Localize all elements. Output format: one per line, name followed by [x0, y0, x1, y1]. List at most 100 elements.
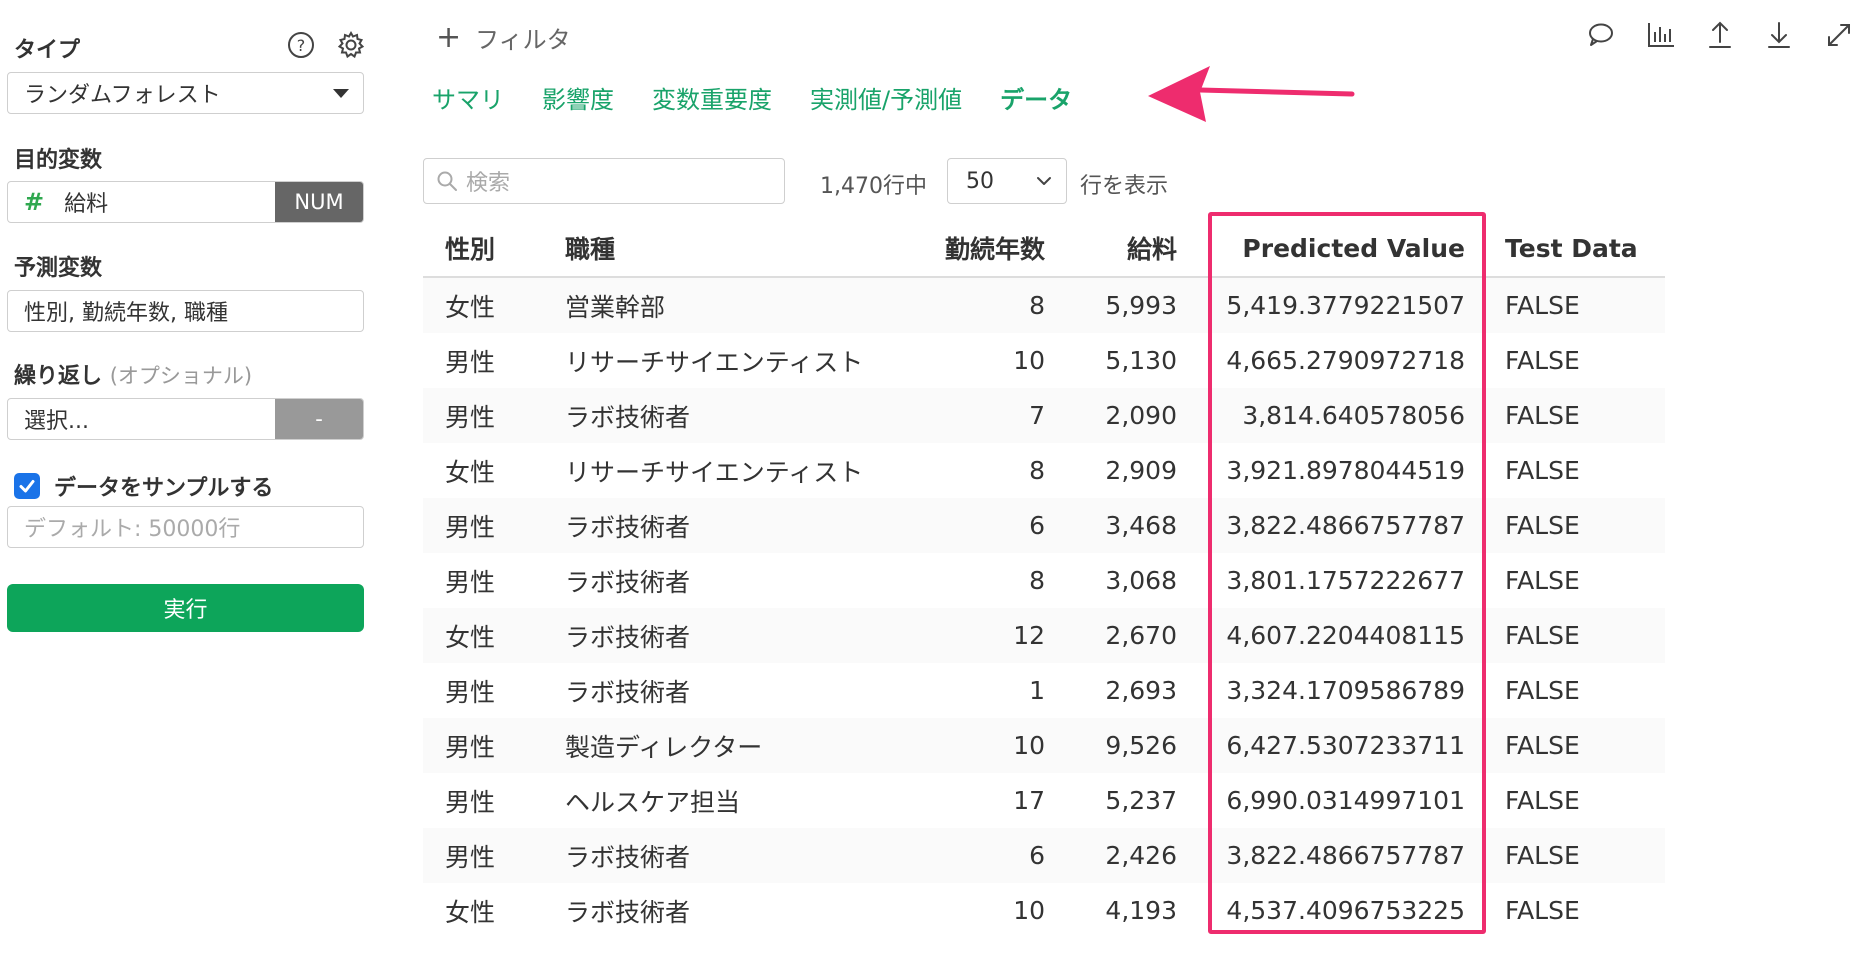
upload-icon[interactable] [1703, 18, 1737, 52]
repeat-field[interactable]: 選択... - [7, 398, 364, 440]
caret-down-icon [333, 89, 349, 98]
cell-sex: 女性 [423, 608, 565, 663]
model-type-value: ランダムフォレスト [24, 83, 221, 108]
cell-test-data: FALSE [1505, 786, 1580, 815]
run-button[interactable]: 実行 [7, 584, 364, 632]
table-row[interactable]: 男性 ラボ技術者 6 3,468 3,822.4866757787 FALSE [423, 498, 1665, 553]
type-badge: NUM [275, 182, 363, 222]
cell-years: 10 [1013, 346, 1045, 375]
tab-data[interactable]: データ [992, 80, 1080, 115]
table-row[interactable]: 男性 ラボ技術者 1 2,693 3,324.1709586789 FALSE [423, 663, 1665, 718]
cell-sex: 女性 [445, 897, 496, 927]
column-header-years[interactable]: 勤続年数 [905, 220, 1067, 278]
add-filter-button[interactable]: + フィルタ [436, 20, 571, 55]
repeat-value: 選択... [24, 409, 89, 434]
cell-salary: 3,468 [1067, 498, 1199, 553]
page-size-select[interactable]: 50 [947, 158, 1067, 204]
table-row[interactable]: 女性 リサーチサイエンティスト 8 2,909 3,921.8978044519 FALS… [423, 443, 1665, 498]
cell-years: 12 [905, 608, 1067, 663]
cell-job: ヘルスケア担当 [565, 787, 741, 817]
cell-sex: 男性 [445, 677, 496, 707]
cell-years: 6 [905, 498, 1067, 553]
cell-test-data: FALSE [1505, 346, 1580, 375]
cell-predicted-value: 3,801.1757222677 [1226, 566, 1465, 595]
cell-job: ラボ技術者 [565, 677, 691, 707]
predictor-variables-field[interactable]: 性別, 勤続年数, 職種 [7, 290, 364, 332]
checkmark-icon [19, 480, 35, 493]
settings-sidebar: タイプ ? ランダムフォレスト 目的変数 # 給料 NUM 予測変数 性別, 勤… [0, 0, 372, 972]
cell-test-data: FALSE [1487, 498, 1665, 553]
table-row[interactable]: 女性 ラボ技術者 10 4,193 4,537.4096753225 FALSE [423, 883, 1665, 938]
cell-sex: 女性 [445, 457, 496, 487]
column-header-test-data[interactable]: Test Data [1487, 220, 1665, 278]
table-row[interactable]: 男性 ラボ技術者 7 2,090 3,814.640578056 FALSE [423, 388, 1665, 443]
cell-test-data: FALSE [1505, 566, 1580, 595]
repeat-label-text: 繰り返し [14, 364, 103, 389]
table-row[interactable]: 男性 ヘルスケア担当 17 5,237 6,990.0314997101 FALSE [423, 773, 1665, 828]
sample-size-input[interactable]: デフォルト: 50000行 [7, 506, 364, 548]
target-variable-label: 目的変数 [14, 148, 103, 173]
cell-predicted-value: 6,990.0314997101 [1226, 786, 1465, 815]
cell-test-data: FALSE [1505, 456, 1580, 485]
tab-variable-importance[interactable]: 変数重要度 [644, 80, 780, 115]
table-row[interactable]: 男性 製造ディレクター 10 9,526 6,427.5307233711 FALSE [423, 718, 1665, 773]
cell-sex: 男性 [423, 828, 565, 883]
cell-test-data: FALSE [1487, 718, 1665, 773]
repeat-select[interactable]: 選択... [8, 399, 275, 439]
cell-years: 6 [905, 828, 1067, 883]
cell-sex: 男性 [445, 347, 496, 377]
repeat-clear-button[interactable]: - [275, 399, 363, 439]
model-type-select[interactable]: ランダムフォレスト [7, 72, 364, 114]
cell-predicted-value: 3,921.8978044519 [1226, 456, 1465, 485]
tab-actual-vs-predicted[interactable]: 実測値/予測値 [802, 80, 970, 115]
comment-icon[interactable] [1584, 18, 1618, 52]
table-row[interactable]: 男性 ラボ技術者 6 2,426 3,822.4866757787 FALSE [423, 828, 1665, 883]
column-header-sex[interactable]: 性別 [423, 220, 565, 278]
optional-hint: (オプショナル) [109, 364, 253, 388]
cell-test-data: FALSE [1505, 676, 1580, 705]
cell-salary: 2,909 [1105, 456, 1177, 485]
column-header-salary[interactable]: 給料 [1067, 220, 1199, 278]
target-variable-field[interactable]: # 給料 NUM [7, 181, 364, 223]
cell-predicted-value: 3,324.1709586789 [1226, 676, 1465, 705]
cell-predicted-value: 6,427.5307233711 [1199, 718, 1487, 773]
search-input[interactable]: 検索 [423, 158, 785, 204]
cell-job: ラボ技術者 [565, 608, 905, 663]
cell-predicted-value: 3,822.4866757787 [1199, 498, 1487, 553]
cell-years: 10 [1013, 896, 1045, 925]
table-row[interactable]: 女性 ラボ技術者 12 2,670 4,607.2204408115 FALSE [423, 608, 1665, 663]
cell-salary: 2,426 [1067, 828, 1199, 883]
cell-years: 10 [905, 718, 1067, 773]
cell-sex: 男性 [423, 498, 565, 553]
rows-per-page-label: 行を表示 [1080, 174, 1169, 199]
cell-job: ラボ技術者 [565, 828, 905, 883]
tab-influence[interactable]: 影響度 [534, 80, 622, 115]
download-icon[interactable] [1762, 18, 1796, 52]
cell-salary: 5,237 [1105, 786, 1177, 815]
search-placeholder: 検索 [466, 171, 511, 196]
top-toolbar [1582, 18, 1862, 58]
gear-icon[interactable] [336, 30, 366, 60]
table-row[interactable]: 女性 営業幹部 8 5,993 5,419.3779221507 FALSE [423, 277, 1665, 333]
cell-job: ラボ技術者 [565, 498, 905, 553]
table-row[interactable]: 男性 ラボ技術者 8 3,068 3,801.1757222677 FALSE [423, 553, 1665, 608]
chart-icon[interactable] [1644, 18, 1678, 52]
table-row[interactable]: 男性 リサーチサイエンティスト 10 5,130 4,665.2790972718 FAL… [423, 333, 1665, 388]
cell-job: ラボ技術者 [565, 388, 905, 443]
cell-job: ラボ技術者 [565, 567, 691, 597]
sample-data-checkbox[interactable] [14, 473, 40, 499]
expand-icon[interactable] [1822, 18, 1856, 52]
column-header-predicted-value[interactable]: Predicted Value [1199, 220, 1487, 278]
cell-predicted-value: 5,419.3779221507 [1199, 277, 1487, 333]
cell-years: 8 [1029, 566, 1045, 595]
cell-salary: 4,193 [1105, 896, 1177, 925]
help-icon[interactable]: ? [286, 30, 316, 60]
numeric-hash-icon: # [24, 188, 45, 216]
chevron-down-icon [1037, 177, 1051, 185]
annotation-arrow-icon [1148, 66, 1355, 122]
result-tabs: サマリ 影響度 変数重要度 実測値/予測値 データ [424, 80, 1102, 115]
tab-summary[interactable]: サマリ [424, 80, 512, 115]
column-header-job[interactable]: 職種 [565, 220, 905, 278]
cell-predicted-value: 4,665.2790972718 [1226, 346, 1465, 375]
sample-data-row[interactable]: データをサンプルする [14, 470, 273, 502]
